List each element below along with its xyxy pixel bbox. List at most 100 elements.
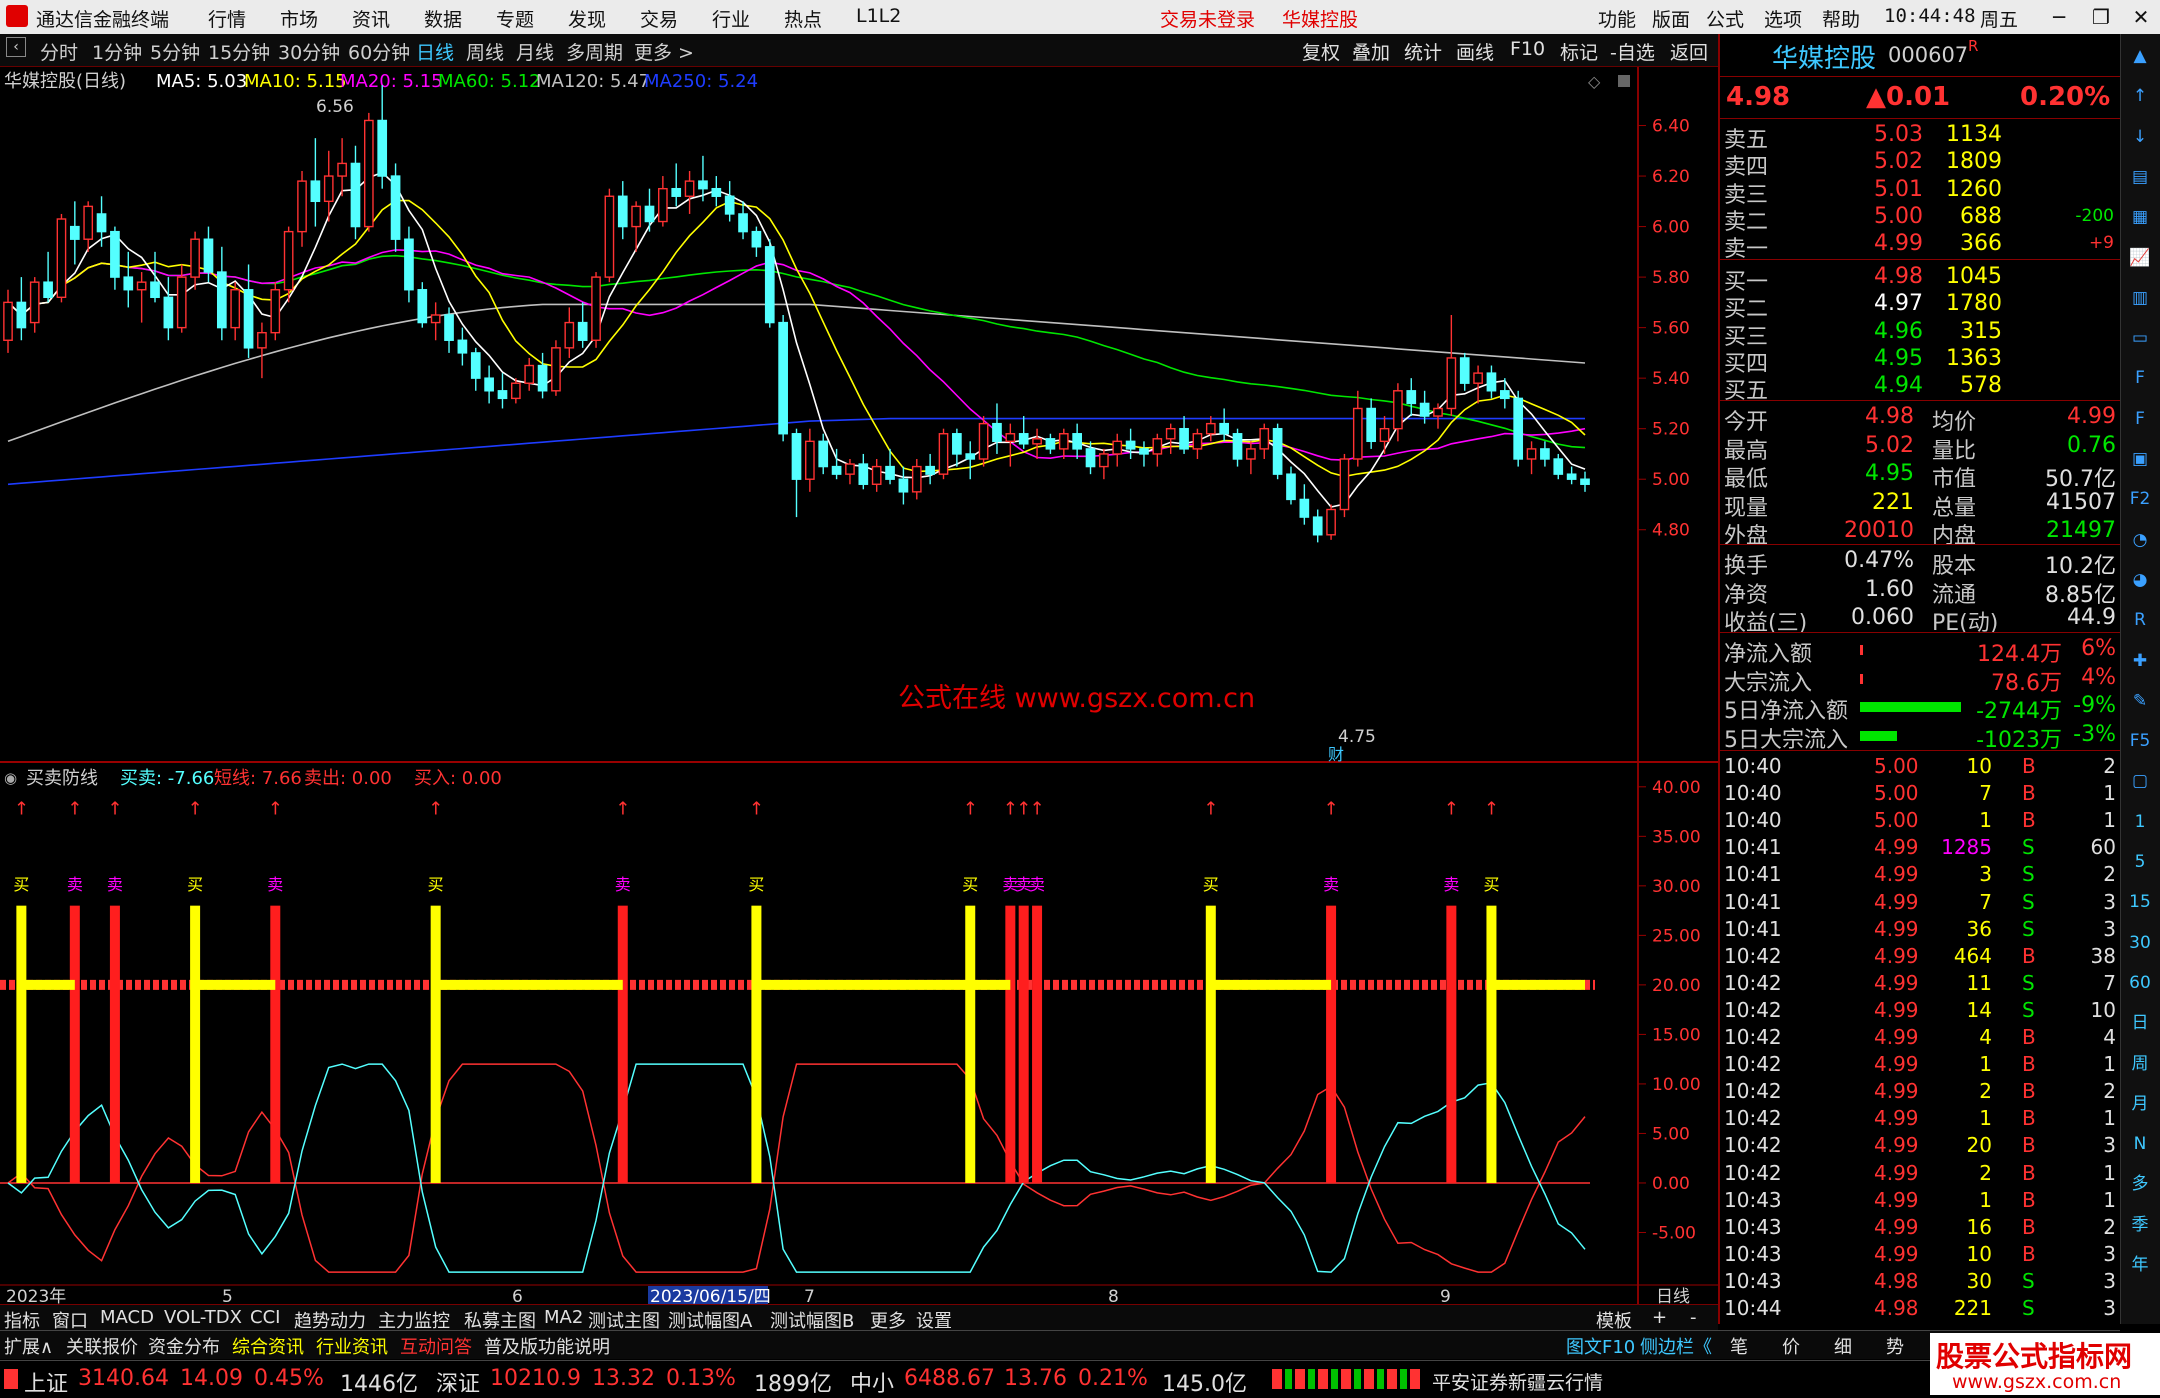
- indicator-tab-3[interactable]: VOL-TDX: [164, 1307, 242, 1328]
- close-icon[interactable]: ✕: [2124, 2, 2158, 32]
- menu-item-4[interactable]: 专题: [496, 5, 534, 32]
- menu-help[interactable]: 帮助: [1822, 5, 1860, 32]
- sidebar-toggle[interactable]: 侧边栏《: [1640, 1333, 1712, 1359]
- ask-price[interactable]: 5.02: [1874, 149, 1923, 174]
- fs-icon[interactable]: F5: [2126, 727, 2154, 755]
- menu-item-2[interactable]: 资讯: [352, 5, 390, 32]
- indicator-tab-4[interactable]: CCI: [250, 1307, 280, 1328]
- period-shortcut-21[interactable]: 15: [2126, 888, 2154, 916]
- add-window-button[interactable]: +: [1652, 1307, 1667, 1328]
- f10b-icon[interactable]: F: [2126, 405, 2154, 433]
- login-status[interactable]: 交易未登录: [1160, 5, 1255, 32]
- tool-4[interactable]: F10: [1510, 38, 1545, 60]
- tool-6[interactable]: -自选: [1610, 38, 1655, 65]
- diamond-icon[interactable]: ◇: [1588, 72, 1601, 91]
- cross-icon[interactable]: ✚: [2126, 647, 2154, 675]
- period-tab-9[interactable]: 多周期: [566, 38, 623, 65]
- ext-tab-2[interactable]: 资金分布: [148, 1333, 220, 1359]
- period-tab-3[interactable]: 15分钟: [208, 38, 270, 65]
- toggle-icon[interactable]: ‹: [6, 37, 26, 57]
- restore-icon[interactable]: ❐: [2084, 2, 2118, 32]
- period-shortcut-24[interactable]: 日: [2126, 1009, 2154, 1037]
- ext-tab-6[interactable]: 普及版功能说明: [484, 1333, 610, 1359]
- menu-layout[interactable]: 版面: [1652, 5, 1690, 32]
- ask-price[interactable]: 5.00: [1874, 204, 1923, 229]
- period-tab-2[interactable]: 5分钟: [150, 38, 200, 65]
- period-tab-5[interactable]: 60分钟: [348, 38, 410, 65]
- menu-function[interactable]: 功能: [1598, 5, 1636, 32]
- grid-icon[interactable]: ▦: [2126, 203, 2154, 231]
- ext-tab-3[interactable]: 综合资讯: [232, 1333, 304, 1359]
- menu-options[interactable]: 选项: [1764, 5, 1802, 32]
- gauge2-icon[interactable]: ◕: [2126, 566, 2154, 594]
- pen-icon[interactable]: ✎: [2126, 687, 2154, 715]
- chart-icon[interactable]: 📈: [2126, 244, 2154, 272]
- side-tab-bi[interactable]: 笔: [1730, 1333, 1748, 1359]
- menu-item-0[interactable]: 行情: [208, 5, 246, 32]
- period-tab-6[interactable]: 日线: [416, 38, 454, 65]
- ext-tab-1[interactable]: 关联报价: [66, 1333, 138, 1359]
- f10-icon[interactable]: F: [2126, 364, 2154, 392]
- market-breadth-icon[interactable]: [1272, 1369, 1420, 1389]
- side-tab-shi[interactable]: 势: [1886, 1333, 1904, 1359]
- period-tab-4[interactable]: 30分钟: [278, 38, 340, 65]
- tool-2[interactable]: 统计: [1404, 38, 1442, 65]
- bars-icon[interactable]: ▥: [2126, 284, 2154, 312]
- period-shortcut-22[interactable]: 30: [2126, 929, 2154, 957]
- f2-icon[interactable]: F2: [2126, 485, 2154, 513]
- bid-price[interactable]: 4.97: [1874, 291, 1923, 316]
- bid-price[interactable]: 4.94: [1874, 373, 1923, 398]
- ask-price[interactable]: 5.03: [1874, 122, 1923, 147]
- ask-price[interactable]: 4.99: [1874, 231, 1923, 256]
- remove-window-button[interactable]: -: [1690, 1307, 1697, 1328]
- rsi-icon[interactable]: R: [2126, 606, 2154, 634]
- tool-3[interactable]: 画线: [1456, 38, 1494, 65]
- cai-tag[interactable]: 财: [1328, 745, 1344, 764]
- period-shortcut-20[interactable]: 5: [2126, 848, 2154, 876]
- period-tab-7[interactable]: 周线: [466, 38, 504, 65]
- f10-graphic-tab[interactable]: 图文F10: [1566, 1333, 1635, 1359]
- up-arrow-icon[interactable]: ↑: [2126, 82, 2154, 110]
- menu-item-8[interactable]: 热点: [784, 5, 822, 32]
- indicator-toggle-icon[interactable]: ◉: [4, 769, 17, 787]
- scroll-thumb-icon[interactable]: [1618, 75, 1630, 87]
- ask-price[interactable]: 5.01: [1874, 177, 1923, 202]
- menu-item-5[interactable]: 发现: [568, 5, 606, 32]
- menu-item-9[interactable]: L1L2: [856, 5, 901, 27]
- period-tab-0[interactable]: 分时: [40, 38, 78, 65]
- menu-item-3[interactable]: 数据: [424, 5, 462, 32]
- side-tab-jia[interactable]: 价: [1782, 1333, 1800, 1359]
- period-shortcut-30[interactable]: 年: [2126, 1251, 2154, 1279]
- up-icon[interactable]: ▲: [2126, 42, 2154, 70]
- menu-item-7[interactable]: 行业: [712, 5, 750, 32]
- monitor-icon[interactable]: ▢: [2126, 767, 2154, 795]
- tool-7[interactable]: 返回: [1670, 38, 1708, 65]
- period-tab-8[interactable]: 月线: [516, 38, 554, 65]
- bid-price[interactable]: 4.96: [1874, 319, 1923, 344]
- period-shortcut-27[interactable]: N: [2126, 1130, 2154, 1158]
- menu-item-1[interactable]: 市场: [280, 5, 318, 32]
- doc-icon[interactable]: ▭: [2126, 324, 2154, 352]
- indicator-tab-2[interactable]: MACD: [100, 1307, 154, 1328]
- period-shortcut-25[interactable]: 周: [2126, 1050, 2154, 1078]
- period-tab-1[interactable]: 1分钟: [92, 38, 142, 65]
- sh-name[interactable]: 上证: [24, 1366, 68, 1398]
- period-shortcut-29[interactable]: 季: [2126, 1211, 2154, 1239]
- ext-tab-5[interactable]: 互动问答: [400, 1333, 472, 1359]
- period-shortcut-26[interactable]: 月: [2126, 1090, 2154, 1118]
- period-shortcut-19[interactable]: 1: [2126, 808, 2154, 836]
- tool-1[interactable]: 叠加: [1352, 38, 1390, 65]
- tool-0[interactable]: 复权: [1302, 38, 1340, 65]
- period-tab-10[interactable]: 更多 >: [634, 38, 694, 65]
- tool-5[interactable]: 标记: [1560, 38, 1598, 65]
- bid-price[interactable]: 4.98: [1874, 264, 1923, 289]
- ext-tab-4[interactable]: 行业资讯: [316, 1333, 388, 1359]
- book-icon[interactable]: ▣: [2126, 445, 2154, 473]
- down-arrow-icon[interactable]: ↓: [2126, 123, 2154, 151]
- main-chart[interactable]: 华媒控股(日线) MA5: 5.03 MA10: 5.15 MA20: 5.15…: [0, 67, 1718, 1304]
- zx-name[interactable]: 中小: [850, 1366, 894, 1398]
- list-icon[interactable]: ▤: [2126, 163, 2154, 191]
- menu-item-6[interactable]: 交易: [640, 5, 678, 32]
- gauge-icon[interactable]: ◔: [2126, 526, 2154, 554]
- sz-name[interactable]: 深证: [436, 1366, 480, 1398]
